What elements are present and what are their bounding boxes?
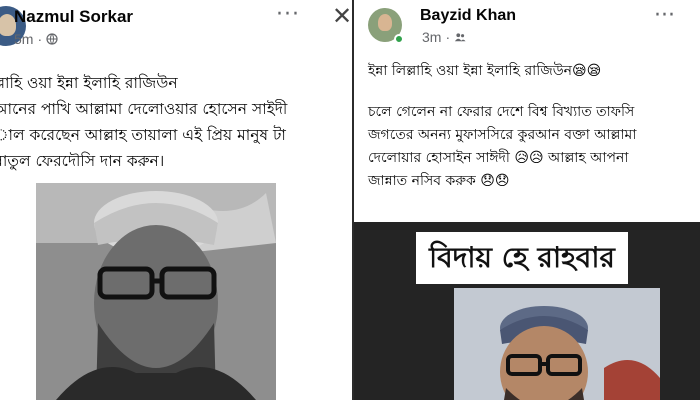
right-post-line: দেলোয়ার হোসাইন সাঈদী 😥😥 আল্লাহ আপনা bbox=[368, 150, 629, 166]
banner-photo bbox=[454, 288, 660, 400]
right-post-line: চলে গেলেন না ফেরার দেশে বিশ্ব বিখ্যাত তা… bbox=[368, 104, 635, 120]
left-post-text: ল্লাহি ওয়া ইন্না ইলাহি রাজিউন আনের পাখি… bbox=[0, 70, 352, 174]
right-post-text: ইন্না লিল্লাহি ওয়া ইন্না ইলাহি রাজিউন😪😪… bbox=[368, 60, 700, 193]
left-post-line: আনের পাখি আল্লামা দেলোওয়ার হোসেন সাইদী bbox=[0, 100, 288, 118]
globe-icon bbox=[46, 33, 58, 45]
left-post-line: ল্লাহি ওয়া ইন্না ইলাহি রাজিউন bbox=[0, 74, 178, 92]
right-post-line: জগতের অনন্য মুফাসসিরে কুরআন বক্তা আল্লাম… bbox=[368, 127, 637, 143]
banner-title: বিদায় হে রাহবার bbox=[416, 232, 628, 284]
right-more-options-icon[interactable]: ··· bbox=[654, 3, 675, 28]
right-post-time[interactable]: 3m bbox=[422, 29, 441, 45]
right-post-image[interactable]: বিদায় হে রাহবার bbox=[354, 222, 700, 400]
left-post-line: ন্নাতুল ফেরদৌসি দান করুন। bbox=[0, 152, 165, 170]
friends-icon bbox=[454, 31, 466, 43]
online-status-indicator bbox=[394, 34, 404, 44]
left-post-photo[interactable] bbox=[36, 183, 276, 400]
left-author-name[interactable]: Nazmul Sorkar bbox=[14, 7, 133, 27]
close-icon[interactable]: ✕ bbox=[332, 2, 352, 30]
left-more-options-icon[interactable]: ··· bbox=[276, 2, 300, 27]
left-post: Nazmul Sorkar 5m · ··· ✕ ল্লাহি ওয়া ইন্… bbox=[0, 0, 352, 400]
left-post-time[interactable]: 5m bbox=[14, 31, 33, 47]
left-post-meta: 5m · bbox=[14, 31, 58, 47]
right-post: Bayzid Khan 3m · ··· ইন্না লিল্লাহি ওয়া… bbox=[352, 0, 700, 400]
right-post-line: জান্নাত নসিব করুক 😞😞 bbox=[368, 173, 510, 189]
right-post-paragraph: ইন্না লিল্লাহি ওয়া ইন্না ইলাহি রাজিউন😪😪 bbox=[368, 63, 602, 79]
right-author-name[interactable]: Bayzid Khan bbox=[420, 7, 516, 25]
left-post-line: াল করেছেন আল্লাহ তায়ালা এই প্রিয় মানুষ… bbox=[0, 126, 286, 144]
right-post-meta: 3m · bbox=[422, 29, 466, 45]
